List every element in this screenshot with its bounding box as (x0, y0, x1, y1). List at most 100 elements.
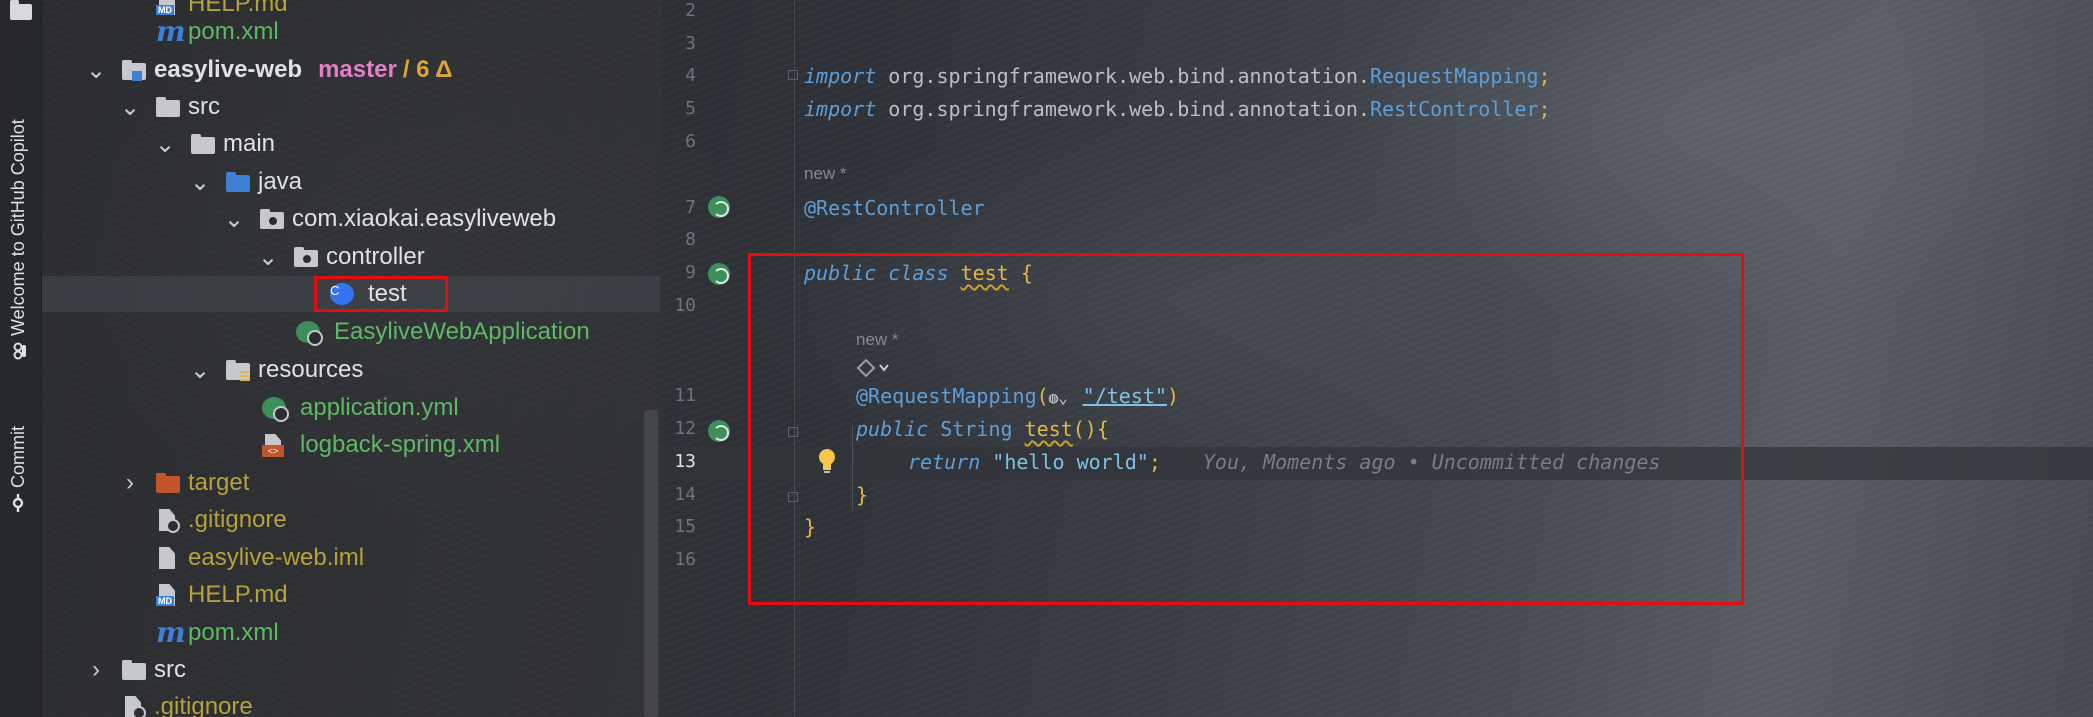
git-branch-label: master (318, 56, 397, 83)
iml-file-icon (156, 547, 180, 569)
commit-tab[interactable]: Commit (8, 402, 29, 512)
line-number: 12 (674, 418, 696, 439)
line-number: 7 (685, 197, 696, 218)
tree-item-label: .gitignore (188, 506, 287, 533)
tree-item-target[interactable]: › target (120, 465, 249, 501)
module-folder-icon (122, 59, 146, 81)
resources-folder-icon (226, 359, 250, 381)
package-icon (260, 208, 284, 230)
tree-item-application-yml[interactable]: application.yml (262, 390, 459, 426)
line-number-current: 13 (674, 451, 696, 472)
project-folder-icon[interactable] (10, 0, 32, 20)
tree-item-logback[interactable]: <> logback-spring.xml (262, 427, 500, 463)
package-icon (294, 246, 318, 268)
code-line-rest-controller[interactable]: @RestController (804, 196, 985, 220)
folder-icon (191, 133, 215, 155)
project-scrollbar[interactable] (644, 410, 658, 717)
copilot-icon (14, 342, 27, 360)
tree-item-label: pom.xml (188, 18, 279, 45)
tree-item-package[interactable]: ⌄ com.xiaokai.easyliveweb (224, 201, 556, 237)
chevron-down-icon[interactable]: ⌄ (258, 244, 278, 271)
tree-item-label: main (223, 130, 276, 157)
web-endpoint-gutter-icon[interactable] (708, 420, 730, 442)
highlight-box-test (314, 276, 448, 312)
line-number: 5 (685, 98, 696, 119)
tree-item-root-src[interactable]: › src (86, 652, 186, 688)
tool-window-strip: Welcome to GitHub Copilot Commit (0, 0, 42, 717)
gitignore-file-icon (156, 509, 180, 533)
line-number: 10 (674, 295, 696, 316)
tree-item-pom[interactable]: m pom.xml (156, 615, 279, 651)
tree-item-label: EasyliveWebApplication (334, 318, 590, 345)
tree-item-label: .gitignore (154, 693, 253, 717)
tree-item-label: src (154, 656, 186, 683)
tree-item-easylive-web[interactable]: ⌄ easylive-web master / 6 Δ (86, 52, 453, 88)
chevron-right-icon[interactable]: › (86, 656, 106, 683)
tree-item-resources[interactable]: ⌄ resources (190, 352, 363, 388)
markdown-file-icon: MD (156, 584, 180, 606)
line-number: 8 (685, 229, 696, 250)
spring-bean-gutter-icon[interactable] (708, 196, 730, 218)
tree-item-help-md[interactable]: MD HELP.md (156, 577, 288, 613)
commit-icon (13, 494, 24, 512)
copilot-tab-label: Welcome to GitHub Copilot (8, 119, 28, 336)
git-changes-count: / 6 Δ (402, 56, 453, 83)
line-number: 16 (674, 549, 696, 570)
line-number: 4 (685, 65, 696, 86)
tree-item-label: resources (258, 356, 364, 383)
codevision-hint[interactable]: new * (804, 164, 847, 184)
tree-item-controller[interactable]: ⌄ controller (258, 239, 425, 275)
excluded-folder-icon (156, 472, 180, 494)
chevron-down-icon[interactable]: ⌄ (190, 357, 210, 384)
chevron-down-icon[interactable]: ⌄ (224, 206, 244, 233)
tree-item-gitignore[interactable]: .gitignore (156, 502, 287, 538)
spring-config-icon (262, 397, 289, 422)
folder-icon (156, 96, 180, 118)
chevron-down-icon[interactable]: ⌄ (86, 57, 106, 84)
tree-item-label: HELP.md (188, 581, 288, 608)
tree-item-label: src (188, 93, 220, 120)
tree-item-label: easylive-web (154, 56, 303, 83)
code-line-import-2[interactable]: import org.springframework.web.bind.anno… (804, 97, 1551, 121)
chevron-down-icon[interactable]: ⌄ (120, 94, 140, 121)
line-number: 6 (685, 131, 696, 152)
code-line-import-1[interactable]: import org.springframework.web.bind.anno… (804, 64, 1551, 88)
tree-item-label: easylive-web.iml (188, 544, 365, 571)
line-number: 2 (685, 0, 696, 21)
tree-item-label: application.yml (300, 394, 459, 421)
line-number: 3 (685, 33, 696, 54)
chevron-down-icon[interactable]: ⌄ (155, 131, 175, 158)
fold-marker-icon[interactable] (788, 70, 798, 80)
tree-item-label: controller (326, 243, 425, 270)
line-number: 14 (674, 484, 696, 505)
tree-item-label: target (188, 469, 250, 496)
tree-item-application-class[interactable]: EasyliveWebApplication (296, 314, 590, 350)
tree-item-root-gitignore[interactable]: .gitignore (122, 689, 253, 717)
markdown-file-icon: MD (156, 0, 180, 15)
maven-icon: m (156, 15, 186, 48)
source-folder-icon (226, 171, 250, 193)
chevron-down-icon[interactable]: ⌄ (190, 169, 210, 196)
line-number: 11 (674, 385, 696, 406)
tree-item-src[interactable]: ⌄ src (120, 89, 220, 125)
tree-item-label: pom.xml (188, 619, 279, 646)
maven-icon: m (156, 616, 186, 649)
copilot-tab[interactable]: Welcome to GitHub Copilot (8, 60, 29, 360)
line-number: 15 (674, 516, 696, 537)
spring-bean-gutter-icon[interactable] (708, 263, 730, 285)
spring-boot-app-icon (296, 321, 323, 346)
gitignore-file-icon (122, 696, 146, 717)
tree-item-label: java (258, 168, 303, 195)
tree-item-java[interactable]: ⌄ java (190, 164, 302, 200)
xml-file-icon: <> (262, 434, 286, 457)
tree-item-main[interactable]: ⌄ main (155, 126, 275, 162)
tree-item-label: com.xiaokai.easyliveweb (292, 205, 557, 232)
folder-icon (122, 659, 146, 681)
chevron-right-icon[interactable]: › (120, 469, 140, 496)
highlight-box-code (748, 253, 1744, 605)
tree-item-pom-top[interactable]: m pom.xml (156, 14, 279, 50)
commit-tab-label: Commit (8, 426, 28, 488)
tree-item-iml[interactable]: easylive-web.iml (156, 540, 364, 576)
line-number: 9 (685, 262, 696, 283)
tree-item-label: logback-spring.xml (300, 431, 501, 458)
